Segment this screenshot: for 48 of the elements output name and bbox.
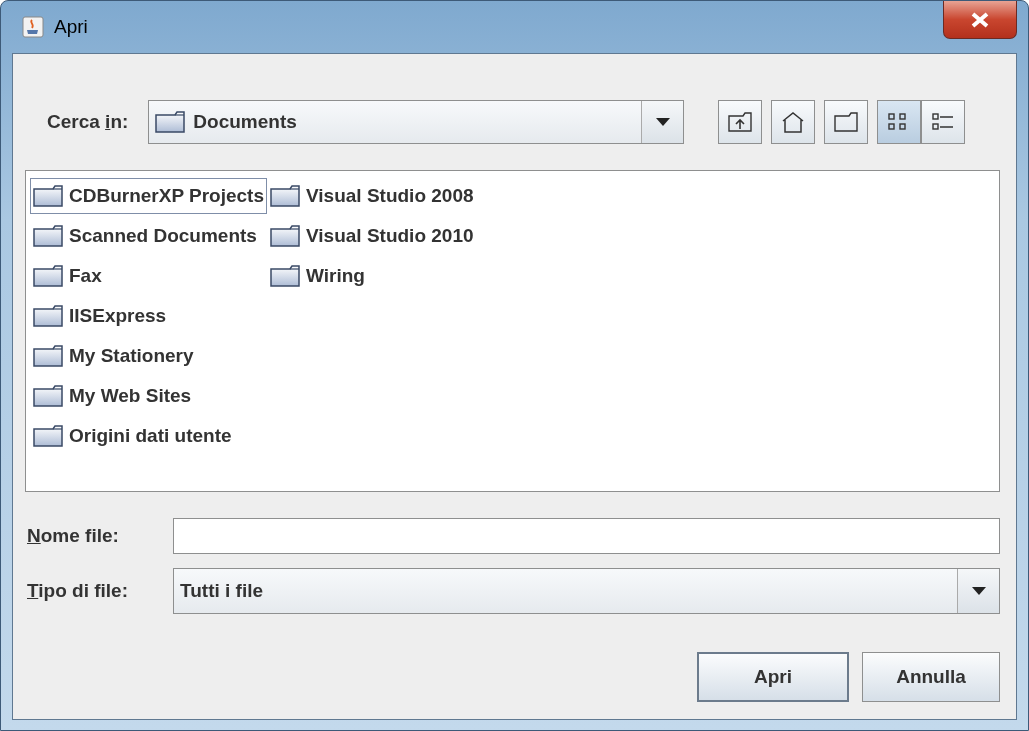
folder-up-icon xyxy=(728,112,753,132)
file-name-label: Nome file: xyxy=(27,525,120,547)
folder-item[interactable]: Visual Studio 2008 xyxy=(267,178,477,214)
folder-icon xyxy=(33,225,63,247)
dropdown-arrow-icon xyxy=(971,587,986,595)
folder-icon xyxy=(33,385,63,407)
folder-icon xyxy=(270,265,300,287)
dropdown-button[interactable] xyxy=(957,569,999,613)
coffee-cup-icon xyxy=(22,16,44,38)
file-name-field[interactable] xyxy=(173,518,1000,554)
folder-item[interactable]: Visual Studio 2010 xyxy=(267,218,477,254)
folder-item[interactable]: Scanned Documents xyxy=(30,218,267,254)
toolbar-button[interactable] xyxy=(771,100,816,144)
folder-icon xyxy=(155,111,186,133)
look-in-dropdown[interactable]: Documents xyxy=(148,100,685,144)
dropdown-button[interactable] xyxy=(641,101,684,143)
window-title: Apri xyxy=(54,16,88,38)
folder-item[interactable]: IISExpress xyxy=(30,298,267,334)
folder-item[interactable]: My Stationery xyxy=(30,338,267,374)
toolbar-button[interactable] xyxy=(824,100,869,144)
file-type-value: Tutti i file xyxy=(179,579,265,603)
details-view-icon xyxy=(932,112,955,132)
dropdown-arrow-icon xyxy=(655,118,670,126)
open-button[interactable]: Apri xyxy=(697,652,849,702)
cancel-button[interactable]: Annulla xyxy=(862,652,1000,702)
folder-icon xyxy=(33,305,63,327)
view-toggle-button[interactable] xyxy=(877,100,922,144)
folder-icon xyxy=(33,425,63,447)
file-type-label: Tipo di file: xyxy=(27,580,129,602)
look-in-label: Cerca in: xyxy=(47,111,129,133)
toolbar-button[interactable] xyxy=(718,100,763,144)
folder-icon xyxy=(33,185,63,207)
folder-icon xyxy=(270,225,300,247)
folder-icon xyxy=(834,112,859,132)
folder-item[interactable]: My Web Sites xyxy=(30,378,267,414)
folder-icon xyxy=(33,265,63,287)
close-icon xyxy=(970,11,990,28)
look-in-value: Documents xyxy=(193,111,297,133)
folder-item[interactable]: CDBurnerXP Projects xyxy=(30,178,267,214)
close-button[interactable] xyxy=(943,1,1017,39)
folder-item[interactable]: Fax xyxy=(30,258,267,294)
folder-item[interactable]: Wiring xyxy=(267,258,477,294)
home-icon xyxy=(781,111,806,133)
folder-item[interactable]: Origini dati utente xyxy=(30,418,267,454)
folder-icon xyxy=(33,345,63,367)
file-type-dropdown[interactable]: Tutti i file xyxy=(173,568,1000,614)
folder-icon xyxy=(270,185,300,207)
view-toggle-button[interactable] xyxy=(921,100,966,144)
